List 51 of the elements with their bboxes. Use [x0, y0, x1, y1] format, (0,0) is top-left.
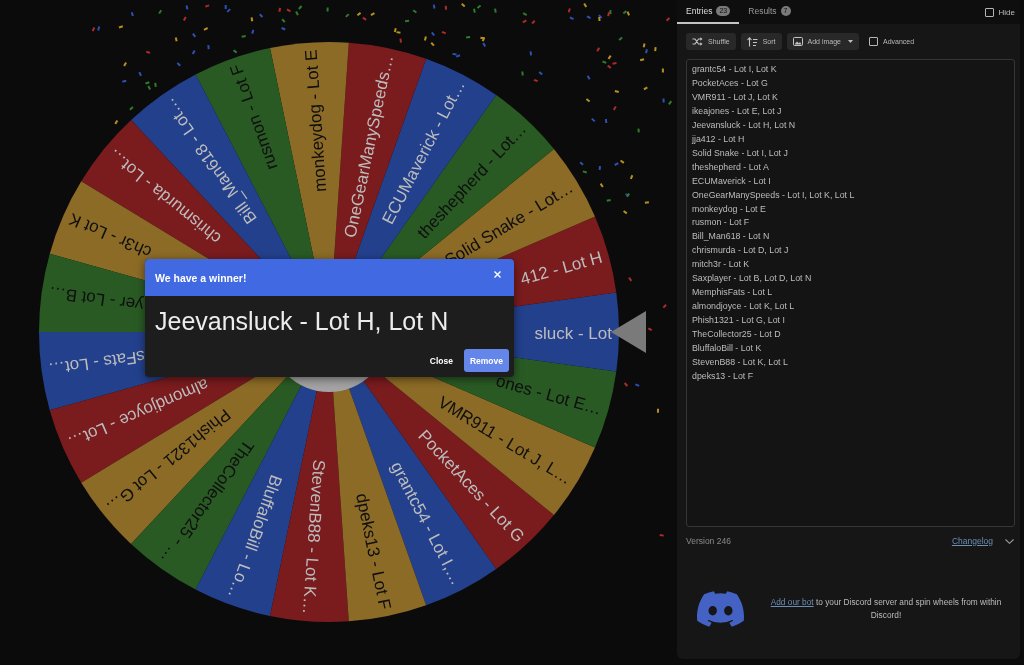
- hide-label: Hide: [998, 7, 1015, 17]
- entry-line: OneGearManySpeeds - Lot I, Lot K, Lot L: [692, 188, 856, 202]
- entry-line: Solid Snake - Lot I, Lot J: [692, 146, 789, 160]
- entry-line: almondjoyce - Lot K, Lot L: [692, 300, 796, 314]
- entry-line: mitch3r - Lot K: [692, 258, 751, 272]
- close-text-button[interactable]: Close: [429, 355, 453, 366]
- segment-label: monkeydog - Lot E: [301, 48, 331, 193]
- entry-line: Bill_Man618 - Lot N: [692, 230, 771, 244]
- close-icon: [494, 270, 501, 278]
- entry-line: Saxplayer - Lot B, Lot D, Lot N: [692, 272, 813, 286]
- shuffle-icon: [692, 37, 703, 46]
- discord-logo-icon: [697, 591, 744, 627]
- segment-label: sFats - Lot…: [47, 346, 147, 379]
- chevron-down-icon[interactable]: [1005, 538, 1014, 544]
- entries-field[interactable]: [686, 59, 1015, 527]
- entry-line: theshepherd - Lot A: [692, 160, 770, 174]
- dialog-title: We have a winner!: [155, 271, 247, 284]
- version-text: Version 246: [686, 536, 731, 546]
- entry-line: jja412 - Lot H: [692, 132, 746, 146]
- hide-checkbox[interactable]: [984, 7, 994, 17]
- entry-line: rusmon - Lot F: [692, 216, 751, 230]
- entry-line: ikeajones - Lot E, Lot J: [692, 104, 783, 118]
- changelog-link[interactable]: Changelog: [951, 536, 993, 546]
- image-icon: [792, 37, 803, 46]
- segment-label: yer - Lot B…: [47, 282, 145, 315]
- segment-label: StevenB88 - Lot K…: [298, 459, 329, 615]
- entry-line: Jeevansluck - Lot H, Lot N: [692, 118, 797, 132]
- entry-line: chrismurda - Lot D, Lot J: [692, 244, 790, 258]
- entry-line: MemphisFats - Lot L: [692, 286, 774, 300]
- pointer-icon: [611, 311, 646, 353]
- segment-label: ch3r - Lot K: [66, 209, 155, 262]
- entry-line: StevenB88 - Lot K, Lot L: [692, 356, 789, 369]
- entry-line: PocketAces - Lot G: [692, 76, 769, 90]
- sort-icon: [746, 36, 758, 47]
- winner-name: Jeevansluck - Lot H, Lot N: [154, 306, 450, 336]
- entry-line: Phish1321 - Lot G, Lot I: [692, 314, 786, 328]
- segment-label: dpeks13 - Lot F: [351, 491, 395, 612]
- entry-line: TheCollector25 - Lot D: [692, 328, 782, 342]
- segment-label: sluck - Lot: [534, 323, 612, 343]
- entry-line: BluffaloBill - Lot K: [692, 342, 763, 356]
- advanced-checkbox[interactable]: [869, 37, 878, 46]
- entry-line: VMR911 - Lot J, Lot K: [692, 90, 779, 104]
- discord-promo-text: Add our bot to your Discord server and spin wheels from within Discord!: [769, 596, 1003, 622]
- entry-line: dpeks13 - Lot F: [692, 369, 755, 383]
- segment-label: ones - Lot E…: [493, 371, 604, 419]
- close-button[interactable]: [494, 270, 501, 278]
- entry-line: monkeydog - Lot E: [692, 202, 767, 216]
- segment-label: 412 - Lot H: [518, 247, 605, 289]
- entry-line: ECUMaverick - Lot I: [692, 174, 772, 188]
- add-bot-link[interactable]: Add our bot: [770, 597, 814, 607]
- entry-line: grantc54 - Lot I, Lot K: [692, 63, 778, 76]
